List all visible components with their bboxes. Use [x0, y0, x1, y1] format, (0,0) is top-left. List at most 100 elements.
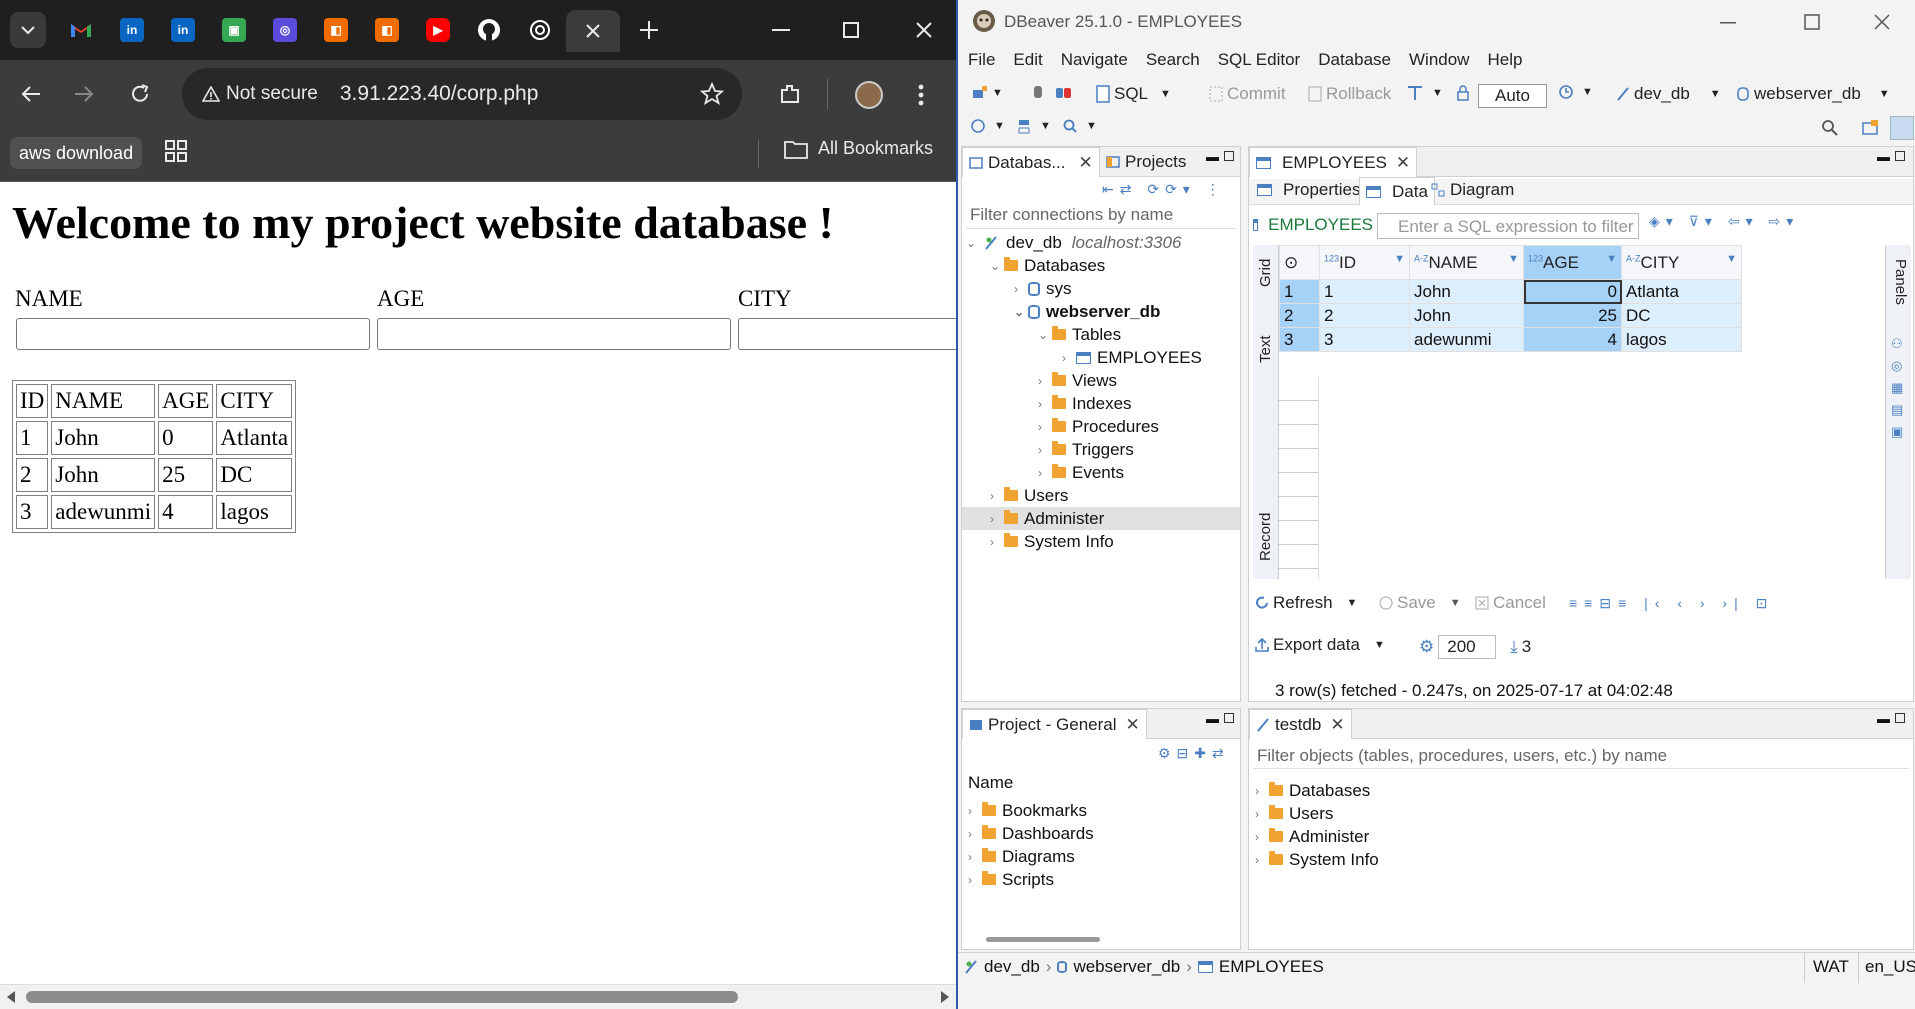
grid-cell[interactable]: 1 — [1319, 279, 1410, 304]
refresh-button[interactable]: Refresh ▼ — [1255, 593, 1357, 613]
breadcrumb-table[interactable]: EMPLOYEES — [1219, 957, 1324, 977]
tree-dashboards[interactable]: › Dashboards — [962, 822, 1240, 845]
subtab-data[interactable]: Data — [1359, 177, 1435, 205]
menu-sql-editor[interactable]: SQL Editor — [1208, 46, 1309, 74]
maximize-icon[interactable] — [843, 22, 859, 38]
forward-icon[interactable] — [73, 84, 95, 104]
active-tab[interactable] — [566, 10, 620, 52]
tree-tables[interactable]: ⌄ Tables — [962, 323, 1240, 346]
view-record-tab[interactable]: Record — [1257, 513, 1274, 561]
close-tab-icon[interactable]: ✕ — [1396, 153, 1410, 173]
rollback-button[interactable]: Rollback — [1308, 84, 1391, 104]
grid-row[interactable]: 2 2 John 25 DC — [1279, 303, 1742, 328]
column-header-name[interactable]: A-ZNAME ▼ — [1409, 245, 1524, 280]
panels-icons[interactable]: ⚇ ◎ ▦ ▤ ▣ — [1891, 333, 1903, 443]
tree-testdb-system-info[interactable]: › System Info — [1249, 848, 1913, 871]
grid-cell[interactable]: John — [1409, 279, 1524, 304]
row-number[interactable]: 3 — [1279, 327, 1320, 352]
cancel-button[interactable]: Cancel — [1475, 593, 1546, 613]
scroll-left-icon[interactable] — [6, 991, 16, 1003]
horizontal-scrollbar[interactable] — [0, 984, 956, 1009]
tab-employees-editor[interactable]: EMPLOYEES ✕ — [1249, 147, 1418, 177]
grid-cell[interactable]: John — [1409, 303, 1524, 328]
all-bookmarks-button[interactable]: All Bookmarks — [784, 138, 933, 159]
maximize-icon[interactable] — [1800, 10, 1824, 34]
transaction-mode-button[interactable]: ▼ — [1406, 84, 1443, 102]
tab-projects[interactable]: Projects — [1100, 147, 1192, 177]
search-button[interactable]: ▼ — [1062, 118, 1097, 134]
maximize-panel-icon[interactable] — [1895, 713, 1905, 723]
profile-avatar[interactable] — [855, 81, 883, 109]
tree-testdb-databases[interactable]: › Databases — [1249, 779, 1913, 802]
grid-cell[interactable]: Atlanta — [1621, 279, 1742, 304]
filter-toolbar-icons[interactable]: ◈▾ ⊽▾ ⇦▾ ⇨▾ — [1649, 213, 1799, 230]
tree-testdb-administer[interactable]: › Administer — [1249, 825, 1913, 848]
scrollbar-thumb[interactable] — [26, 991, 738, 1003]
object-filter-input[interactable]: Filter objects (tables, procedures, user… — [1253, 743, 1909, 769]
tab-database-navigator[interactable]: Databas... ✕ — [962, 147, 1100, 177]
menu-edit[interactable]: Edit — [1003, 46, 1050, 74]
url-text[interactable]: 3.91.223.40/corp.php — [340, 82, 539, 106]
close-window-icon[interactable] — [1870, 10, 1894, 34]
maximize-panel-icon[interactable] — [1224, 151, 1234, 161]
panels-tab[interactable]: Panels — [1892, 259, 1909, 305]
tree-sys[interactable]: › sys — [962, 277, 1240, 300]
connection-filter-input[interactable]: Filter connections by name — [966, 203, 1236, 229]
security-indicator[interactable]: Not secure — [202, 83, 318, 105]
openai-icon[interactable] — [528, 18, 552, 42]
sql-filter-input[interactable]: Enter a SQL expression to filter re — [1377, 213, 1639, 239]
tree-connection-dev-db[interactable]: ⌄ dev_db localhost:3306 — [962, 231, 1240, 254]
lock-button[interactable] — [1456, 84, 1470, 102]
menu-window[interactable]: Window — [1399, 46, 1477, 74]
tree-views[interactable]: › Views — [962, 369, 1240, 392]
close-tab-icon[interactable]: ✕ — [1330, 715, 1344, 735]
fetch-size-input[interactable]: 200 — [1438, 635, 1497, 659]
save-button[interactable]: Save ▼ — [1379, 593, 1461, 613]
youtube-icon[interactable]: ▶ — [426, 18, 450, 42]
scroll-right-icon[interactable] — [940, 991, 950, 1003]
view-text-tab[interactable]: Text — [1257, 335, 1274, 363]
subtab-diagram[interactable]: Diagram — [1425, 177, 1520, 203]
address-bar[interactable]: Not secure 3.91.223.40/corp.php — [182, 68, 742, 120]
orange-app-icon[interactable]: ◧ — [375, 18, 399, 42]
dbeaver-perspective-button[interactable] — [1890, 116, 1914, 140]
reload-icon[interactable] — [129, 83, 151, 105]
extensions-icon[interactable] — [778, 82, 802, 106]
linkedin-icon[interactable]: in — [120, 18, 144, 42]
auto-commit-box[interactable]: Auto — [1478, 84, 1547, 108]
menu-search[interactable]: Search — [1136, 46, 1208, 74]
menu-file[interactable]: File — [958, 46, 1003, 74]
tab-project-general[interactable]: Project - General ✕ — [962, 709, 1147, 739]
menu-help[interactable]: Help — [1477, 46, 1530, 74]
tree-events[interactable]: › Events — [962, 461, 1240, 484]
commit-button[interactable]: Commit — [1209, 84, 1286, 104]
tree-employees[interactable]: › EMPLOYEES — [962, 346, 1240, 369]
grid-cell[interactable]: adewunmi — [1409, 327, 1524, 352]
close-tab-icon[interactable]: ✕ — [1126, 715, 1140, 735]
connect-button[interactable] — [1030, 84, 1046, 102]
more-menu-icon[interactable] — [918, 84, 924, 106]
grid-cell[interactable]: 4 — [1523, 327, 1622, 352]
maximize-panel-icon[interactable] — [1895, 151, 1905, 161]
grid-cell[interactable]: DC — [1621, 303, 1742, 328]
navigator-toolbar-icons[interactable]: ⇤⇄ ⟳⟳▾ ⋮ — [1102, 181, 1226, 198]
sql-editor-button[interactable]: SQL ▼ — [1096, 84, 1171, 104]
minimize-icon[interactable] — [772, 29, 790, 33]
name-input[interactable] — [16, 318, 370, 350]
github-icon[interactable] — [477, 18, 501, 42]
linkedin-icon[interactable]: in — [171, 18, 195, 42]
global-search-icon[interactable] — [1821, 119, 1839, 137]
orange-app-icon[interactable]: ◧ — [324, 18, 348, 42]
tree-bookmarks[interactable]: › Bookmarks — [962, 799, 1240, 822]
active-schema-selector[interactable]: webserver_db ▼ — [1736, 84, 1890, 104]
column-header-id[interactable]: 123ID ▼ — [1319, 245, 1410, 280]
minimize-icon[interactable] — [1716, 10, 1740, 34]
bookmark-aws-download[interactable]: aws download — [10, 137, 143, 169]
project-scrollbar[interactable] — [986, 937, 1100, 942]
tree-indexes[interactable]: › Indexes — [962, 392, 1240, 415]
fetch-size-control[interactable]: ⚙ 200 ⤓ 3 — [1419, 635, 1531, 659]
grid-row[interactable]: 1 1 John 0 Atlanta — [1279, 279, 1742, 304]
grid-cell[interactable]: lagos — [1621, 327, 1742, 352]
perspective-icon[interactable] — [1861, 119, 1879, 137]
city-input[interactable] — [738, 318, 956, 350]
